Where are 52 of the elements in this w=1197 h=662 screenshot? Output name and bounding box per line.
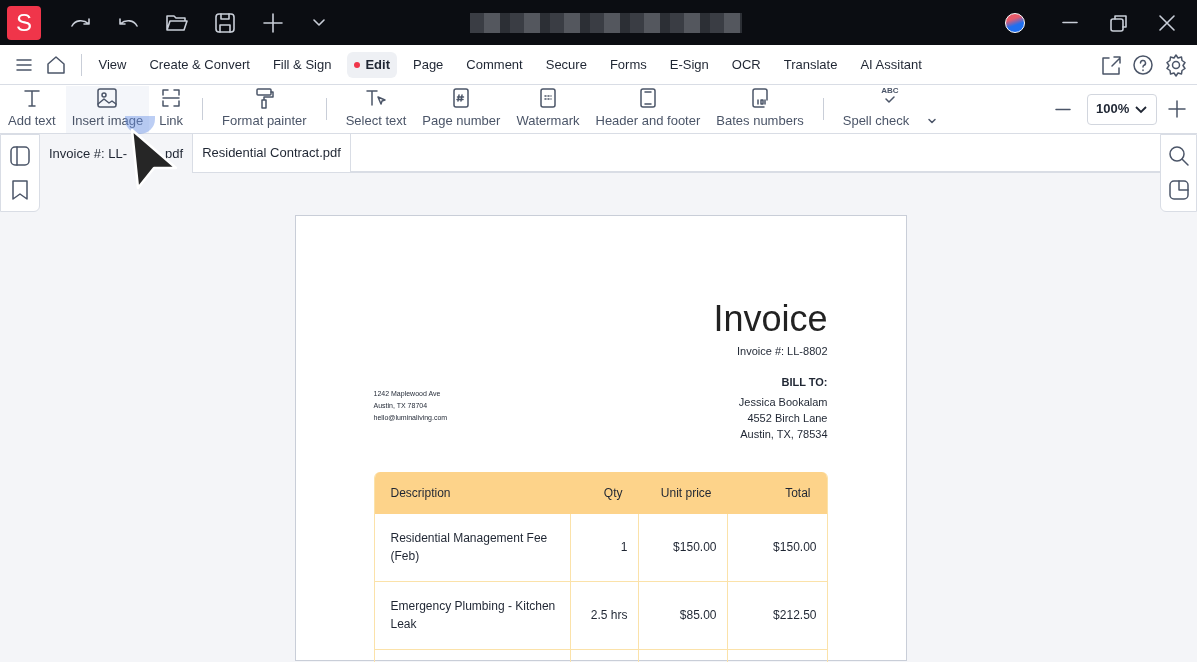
address-line: Austin, TX, 78534: [740, 426, 828, 442]
table-cell-text: $85.00: [679, 607, 717, 624]
column-header: Unit price: [659, 484, 713, 502]
column-header: Description: [389, 484, 452, 502]
app-logo[interactable]: S: [7, 5, 41, 40]
menu-tab[interactable]: E-Sign: [662, 51, 716, 78]
tool-button[interactable]: ABC Spell check: [836, 85, 944, 133]
menu-tab[interactable]: Comment: [459, 51, 530, 78]
table-cell-text: 2.5 hrs: [590, 607, 628, 624]
bill-to-label: BILL TO:: [781, 374, 828, 390]
table-cell-text: $212.50: [773, 607, 817, 624]
image-icon: [96, 87, 119, 110]
paint-roller-icon: [253, 87, 276, 110]
tool-button[interactable]: Add text: [2, 85, 62, 133]
invoice-title: Invoice: [713, 299, 828, 339]
menu-tab[interactable]: Fill & Sign: [265, 51, 339, 78]
tool-button[interactable]: Watermark: [510, 85, 586, 133]
invoice-number: Invoice #: LL-8802: [737, 344, 828, 359]
chevron-icon: [927, 116, 938, 126]
spell-check-icon: ABC: [881, 87, 899, 110]
menu-tab[interactable]: AI Assitant: [853, 51, 929, 78]
menu-tab[interactable]: Secure: [538, 51, 594, 78]
column-header: Total: [784, 484, 812, 502]
document-tab[interactable]: Residential Contract.pdf: [193, 134, 351, 173]
tool-button[interactable]: Select text: [339, 85, 413, 133]
tool-button[interactable]: Insert image: [65, 85, 150, 133]
tool-button[interactable]: Bates numbers: [710, 85, 810, 133]
menu-tab[interactable]: View: [91, 51, 134, 78]
menu-tab[interactable]: Page: [406, 51, 451, 78]
address-line: 4552 Birch Lane: [747, 410, 828, 426]
tab-label: pdf: [165, 144, 184, 163]
menu-tab[interactable]: Edit: [347, 51, 397, 78]
tab-label: Invoice #: LL-: [49, 144, 128, 163]
table-cell-text: Emergency Plumbing - Kitchen Leak: [390, 598, 557, 633]
table-cell-text: $150.00: [673, 539, 717, 556]
check-mark: [883, 95, 896, 105]
table-cell-text: Residential Management Fee (Feb): [390, 530, 549, 565]
table-cell-text: 1: [620, 539, 628, 556]
frame-icon: [160, 87, 183, 110]
zoom-dropdown[interactable]: 100%: [1087, 93, 1157, 125]
menu-tab[interactable]: Forms: [602, 51, 654, 78]
page-digits-icon: [749, 87, 771, 110]
tool-button[interactable]: Page number: [416, 85, 507, 133]
menu-tab[interactable]: Translate: [776, 51, 845, 78]
menu-tab[interactable]: Create & Convert: [142, 51, 257, 78]
tool-button[interactable]: Header and footer: [589, 85, 707, 133]
menu-tab[interactable]: OCR: [724, 51, 768, 78]
avatar-icon[interactable]: [1005, 12, 1025, 33]
table-cell-text: $150.00: [773, 539, 817, 556]
address-line: Jessica Bookalam: [738, 394, 828, 410]
column-header: Qty: [602, 484, 624, 502]
tool-button[interactable]: Format painter: [216, 85, 313, 133]
